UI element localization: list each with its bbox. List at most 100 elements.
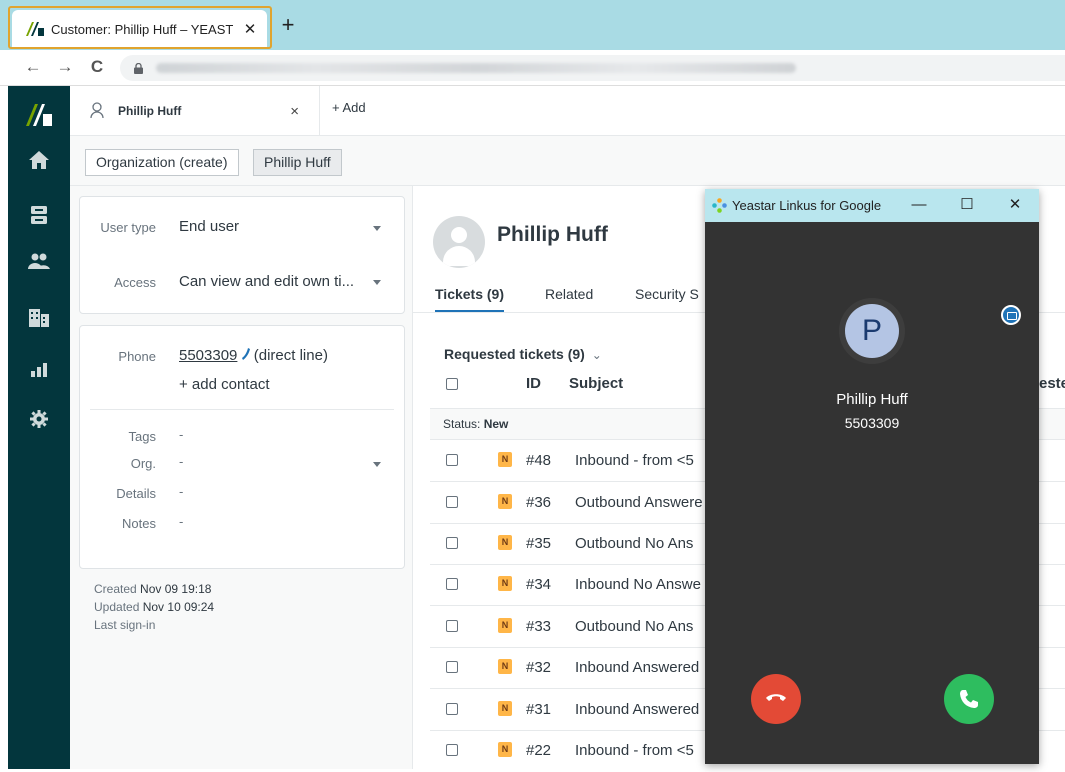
- chevron-down-icon: ⌄: [591, 348, 602, 362]
- browser-tab-title: Customer: Phillip Huff – YEAST: [51, 21, 234, 37]
- column-header-subject[interactable]: Subject: [569, 375, 623, 392]
- last-signin-meta: Last sign-in: [94, 618, 156, 632]
- workspace-tab-label: Phillip Huff: [118, 104, 182, 118]
- caller-name: Phillip Huff: [836, 391, 908, 408]
- reload-button[interactable]: C: [86, 56, 108, 78]
- breadcrumb-organization[interactable]: Organization (create): [85, 149, 239, 176]
- ticket-subject[interactable]: Inbound - from <5: [575, 742, 694, 759]
- ticket-subject[interactable]: Inbound No Answe: [575, 576, 701, 593]
- divider: [90, 409, 394, 410]
- popup-close-button[interactable]: ✕: [1005, 195, 1025, 215]
- tab-related[interactable]: Related: [545, 286, 593, 302]
- ticket-subject[interactable]: Outbound No Ans: [575, 618, 693, 635]
- tags-value[interactable]: -: [179, 427, 183, 442]
- customers-icon[interactable]: [8, 246, 70, 276]
- minimize-button[interactable]: —: [909, 195, 929, 215]
- notes-value[interactable]: -: [179, 514, 183, 529]
- phone-type: (direct line): [253, 347, 328, 364]
- lock-icon: [134, 61, 143, 74]
- forward-button[interactable]: →: [54, 56, 76, 78]
- ticket-subject[interactable]: Outbound No Ans: [575, 535, 693, 552]
- page-title: Phillip Huff: [497, 223, 608, 246]
- created-value: Nov 09 19:18: [140, 582, 212, 596]
- ticket-id[interactable]: #31: [526, 701, 551, 718]
- row-checkbox[interactable]: [446, 703, 458, 715]
- contact-card: Phone 5503309 (direct line) + add contac…: [79, 325, 405, 569]
- tab-close-icon[interactable]: ✕: [239, 20, 261, 38]
- ticket-subject[interactable]: Inbound Answered: [575, 659, 699, 676]
- workspace-topbar: Phillip Huff × + Add: [70, 86, 1065, 136]
- user-type-chevron-icon[interactable]: [373, 226, 381, 231]
- access-select[interactable]: Can view and edit own ti...: [179, 273, 354, 290]
- address-bar: ← → C: [0, 50, 1065, 86]
- url-field[interactable]: [120, 55, 1065, 81]
- select-all-checkbox[interactable]: [446, 378, 458, 390]
- org-value[interactable]: -: [179, 454, 183, 469]
- reporting-icon[interactable]: [8, 355, 70, 385]
- add-contact-link[interactable]: + add contact: [179, 376, 269, 393]
- views-icon[interactable]: [8, 200, 70, 230]
- zendesk-logo-icon[interactable]: [8, 100, 70, 130]
- ticket-id[interactable]: #22: [526, 742, 551, 759]
- column-header-id[interactable]: ID: [526, 375, 541, 392]
- new-tab-button[interactable]: +: [278, 14, 298, 36]
- hangup-phone-icon: [765, 691, 787, 710]
- updated-value: Nov 10 09:24: [142, 600, 215, 614]
- user-outline-icon: [90, 101, 104, 121]
- admin-gear-icon[interactable]: [8, 404, 70, 434]
- access-chevron-icon[interactable]: [373, 280, 381, 285]
- user-type-select[interactable]: End user: [179, 218, 239, 235]
- browser-tab-strip: Customer: Phillip Huff – YEAST ✕ +: [0, 0, 1065, 50]
- add-button[interactable]: + Add: [332, 100, 366, 115]
- tags-label: Tags: [128, 429, 156, 444]
- phone-call-icon[interactable]: [241, 347, 250, 364]
- ticket-id[interactable]: #32: [526, 659, 551, 676]
- home-icon[interactable]: [8, 145, 70, 175]
- details-value[interactable]: -: [179, 484, 183, 499]
- ticket-subject[interactable]: Inbound Answered: [575, 701, 699, 718]
- column-header-requester-cut: este: [1039, 375, 1065, 392]
- requested-tickets-title[interactable]: Requested tickets (9) ⌄: [444, 346, 602, 362]
- created-meta: Created Nov 09 19:18: [94, 582, 211, 596]
- row-checkbox[interactable]: [446, 537, 458, 549]
- row-checkbox[interactable]: [446, 496, 458, 508]
- details-label: Details: [116, 486, 156, 501]
- ticket-id[interactable]: #36: [526, 494, 551, 511]
- ticket-id[interactable]: #33: [526, 618, 551, 635]
- ticket-subject[interactable]: Outbound Answere: [575, 494, 703, 511]
- zendesk-badge-icon[interactable]: [1001, 305, 1021, 325]
- maximize-button[interactable]: ☐: [957, 195, 977, 215]
- breadcrumb-user[interactable]: Phillip Huff: [253, 149, 342, 176]
- tab-security-settings[interactable]: Security S: [635, 286, 699, 302]
- phone-number-link[interactable]: 5503309: [179, 347, 237, 364]
- row-checkbox[interactable]: [446, 744, 458, 756]
- row-checkbox[interactable]: [446, 454, 458, 466]
- answer-phone-icon: [959, 689, 979, 714]
- tab-tickets[interactable]: Tickets (9): [435, 286, 504, 313]
- caller-avatar: P: [845, 304, 899, 358]
- row-checkbox[interactable]: [446, 620, 458, 632]
- workspace-tab-user[interactable]: Phillip Huff ×: [70, 86, 320, 136]
- user-type-label: User type: [100, 220, 156, 235]
- back-button[interactable]: ←: [22, 56, 44, 78]
- updated-label: Updated: [94, 600, 140, 614]
- phone-label: Phone: [118, 349, 156, 364]
- ticket-id[interactable]: #35: [526, 535, 551, 552]
- organizations-icon[interactable]: [8, 303, 70, 333]
- row-checkbox[interactable]: [446, 578, 458, 590]
- org-chevron-icon[interactable]: [373, 462, 381, 467]
- ticket-id[interactable]: #48: [526, 452, 551, 469]
- popup-titlebar: Yeastar Linkus for Google — ☐ ✕: [705, 189, 1039, 222]
- updated-meta: Updated Nov 10 09:24: [94, 600, 214, 614]
- phone-field: 5503309 (direct line): [179, 347, 328, 364]
- ticket-id[interactable]: #34: [526, 576, 551, 593]
- ticket-subject[interactable]: Inbound - from <5: [575, 452, 694, 469]
- workspace-tab-close-icon[interactable]: ×: [290, 103, 299, 120]
- hangup-button[interactable]: [751, 674, 801, 724]
- requested-tickets-label: Requested tickets (9): [444, 346, 585, 362]
- row-checkbox[interactable]: [446, 661, 458, 673]
- caller-number: 5503309: [844, 415, 900, 431]
- browser-tab[interactable]: Customer: Phillip Huff – YEAST ✕: [12, 10, 267, 48]
- answer-button[interactable]: [944, 674, 994, 724]
- status-badge: N: [498, 618, 512, 633]
